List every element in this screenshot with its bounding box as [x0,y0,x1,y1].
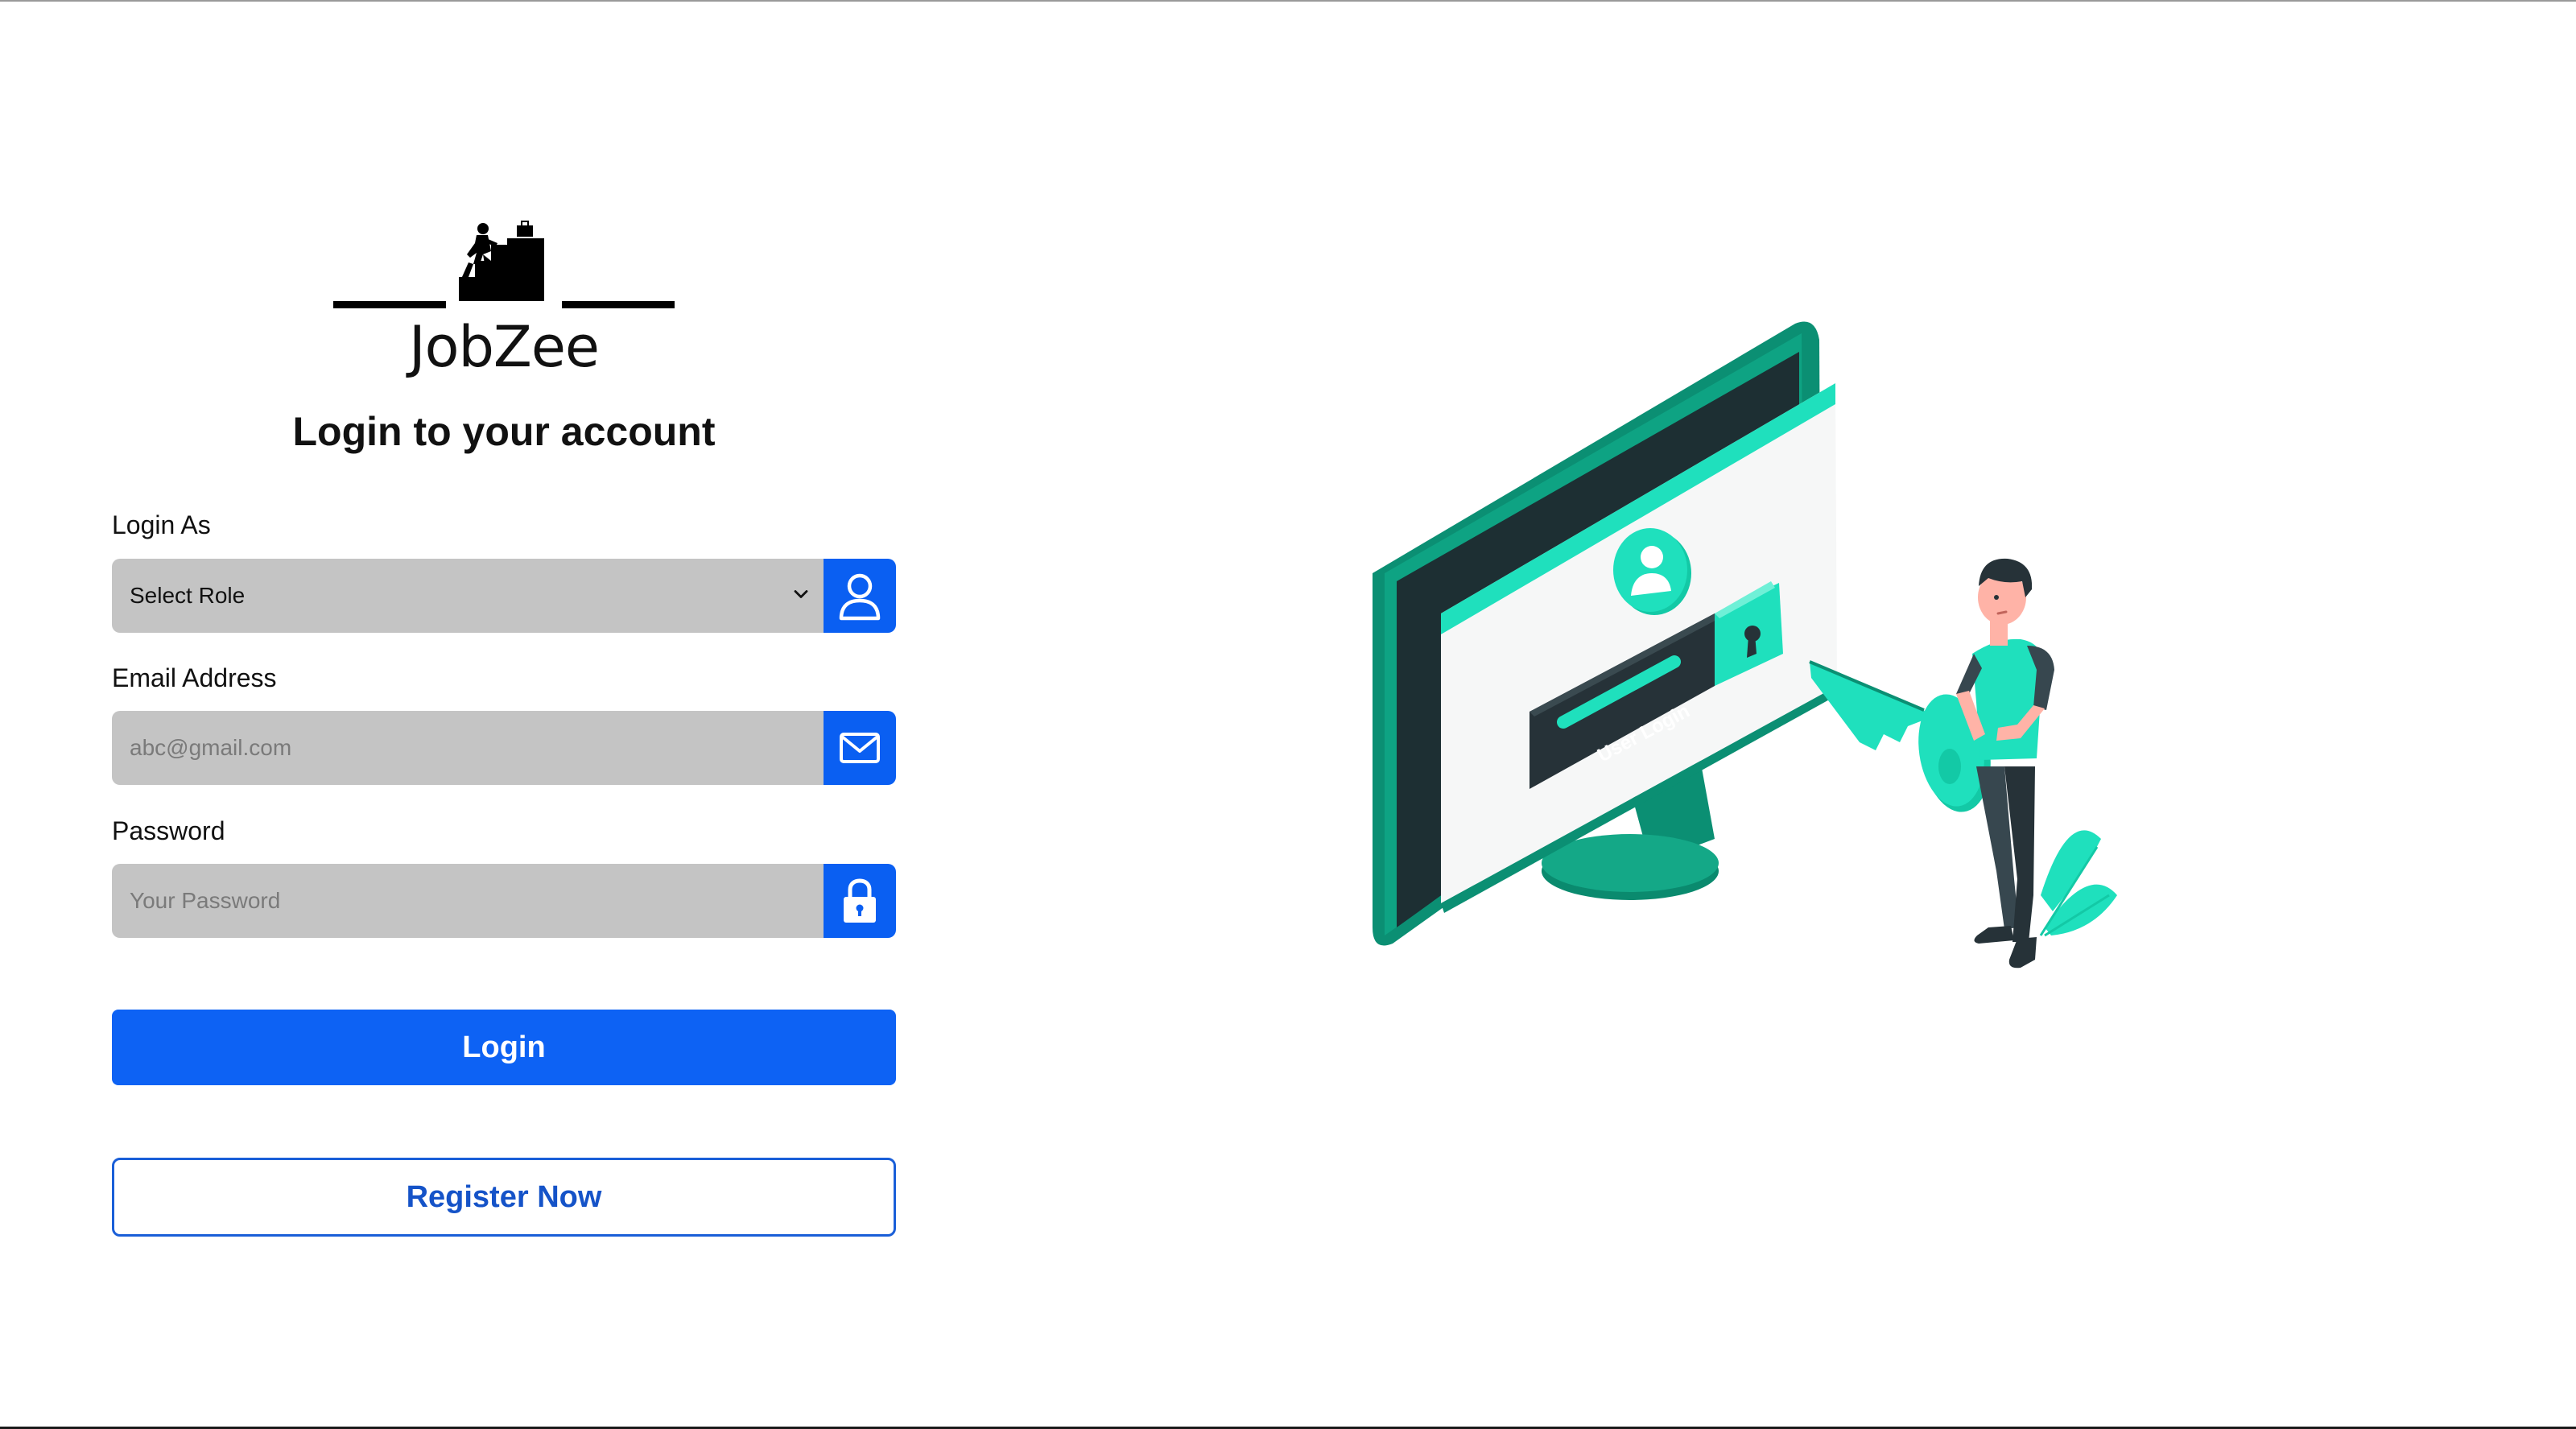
mail-icon [840,733,880,763]
climbing-stairs-logo-icon [333,221,675,308]
email-input[interactable]: abc@gmail.com [112,711,824,785]
login-form-panel: JobZee Login to your account Login As Se… [112,219,896,1237]
role-select[interactable]: Select Role [112,559,824,633]
role-addon [824,559,896,633]
password-label: Password [112,816,225,845]
user-icon [839,573,881,621]
password-input[interactable]: Your Password [112,864,824,938]
password-addon [824,864,896,938]
chevron-down-icon [794,590,808,598]
email-addon [824,711,896,785]
jobzee-logo: JobZee Login to your account [112,219,896,454]
register-now-button[interactable]: Register Now [112,1158,896,1237]
role-label: Login As [112,510,211,539]
role-field-group: Select Role [112,559,896,633]
role-select-value: Select Role [130,583,246,608]
password-placeholder: Your Password [130,888,281,913]
brand-name: JobZee [409,314,600,380]
login-button[interactable]: Login [112,1010,896,1085]
user-login-illustration: User Login [1373,321,2117,968]
email-label: Email Address [112,663,277,692]
login-page: JobZee Login to your account Login As Se… [0,0,2576,1429]
email-field-group: abc@gmail.com [112,711,896,785]
lock-icon [844,878,876,923]
page-title: Login to your account [292,409,716,454]
email-placeholder: abc@gmail.com [130,735,292,760]
password-field-group: Your Password [112,864,896,938]
